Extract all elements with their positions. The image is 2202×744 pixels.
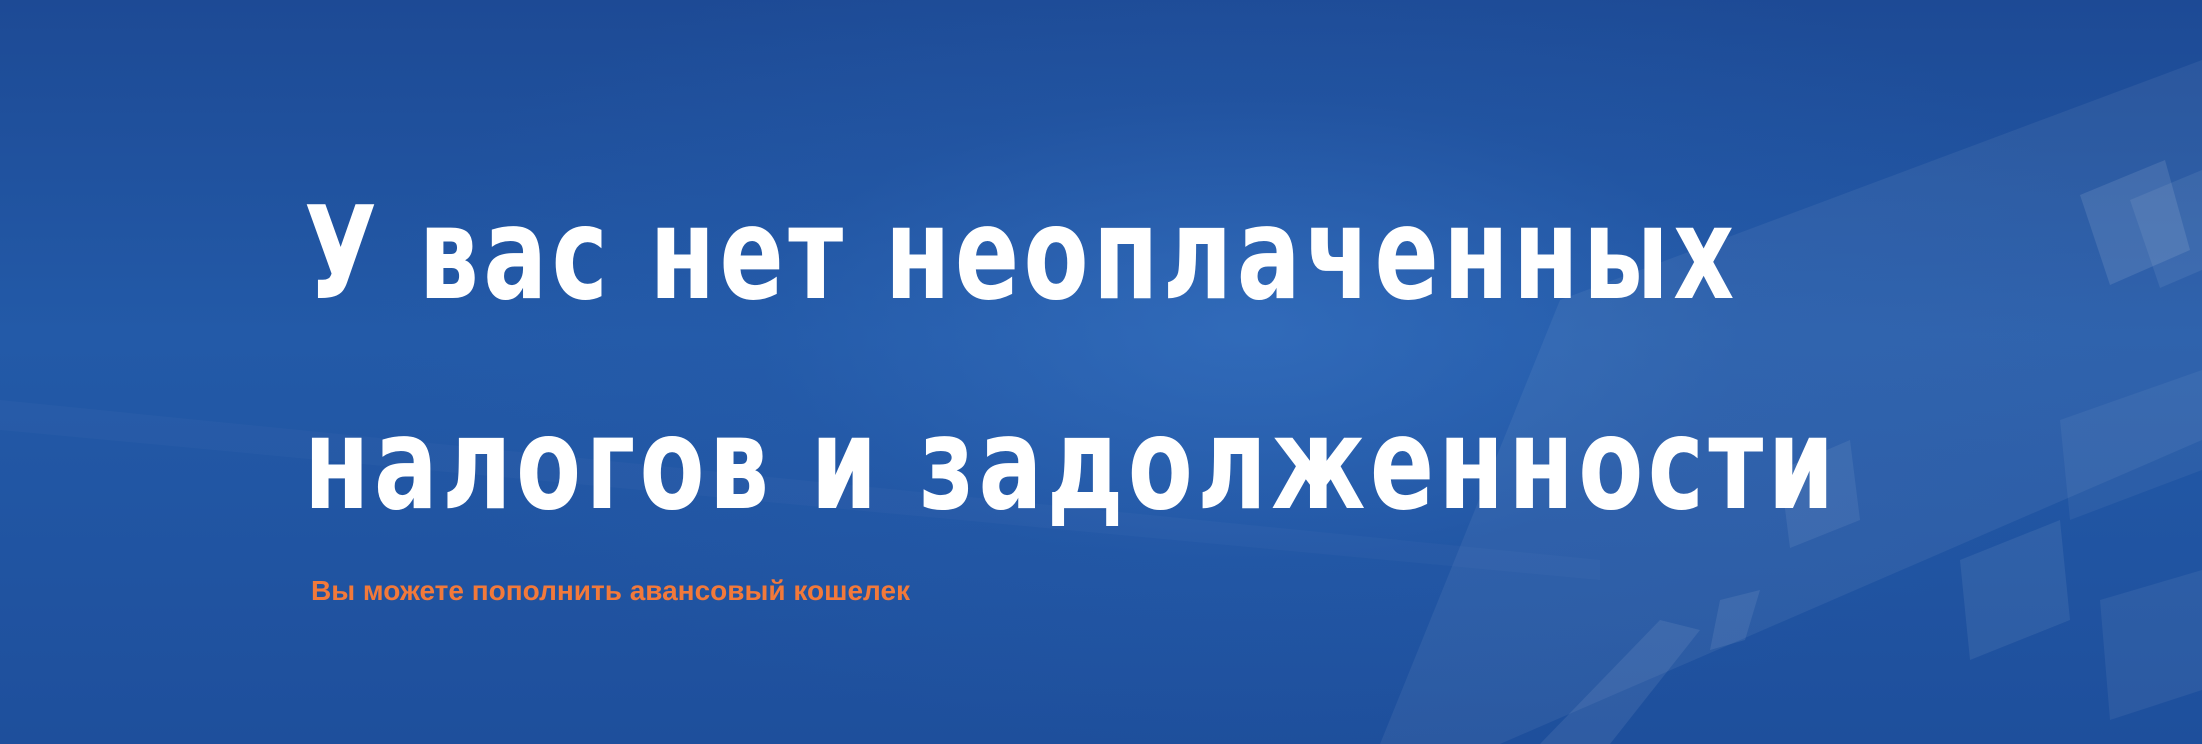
advance-wallet-hint: Вы можете пополнить авансовый кошелек <box>311 575 911 606</box>
headline-line-2: налогов и задолженности <box>304 390 1839 539</box>
decor-shape <box>1960 520 2070 660</box>
headline-line-1: У вас нет неоплаченных <box>304 180 1739 329</box>
decor-shape <box>2100 570 2202 720</box>
hero-banner: У вас нет неоплаченных налогов и задолже… <box>0 0 2202 744</box>
page-title: У вас нет неоплаченных налогов и задолже… <box>304 150 1839 570</box>
logo-icon[interactable] <box>214 0 240 4</box>
